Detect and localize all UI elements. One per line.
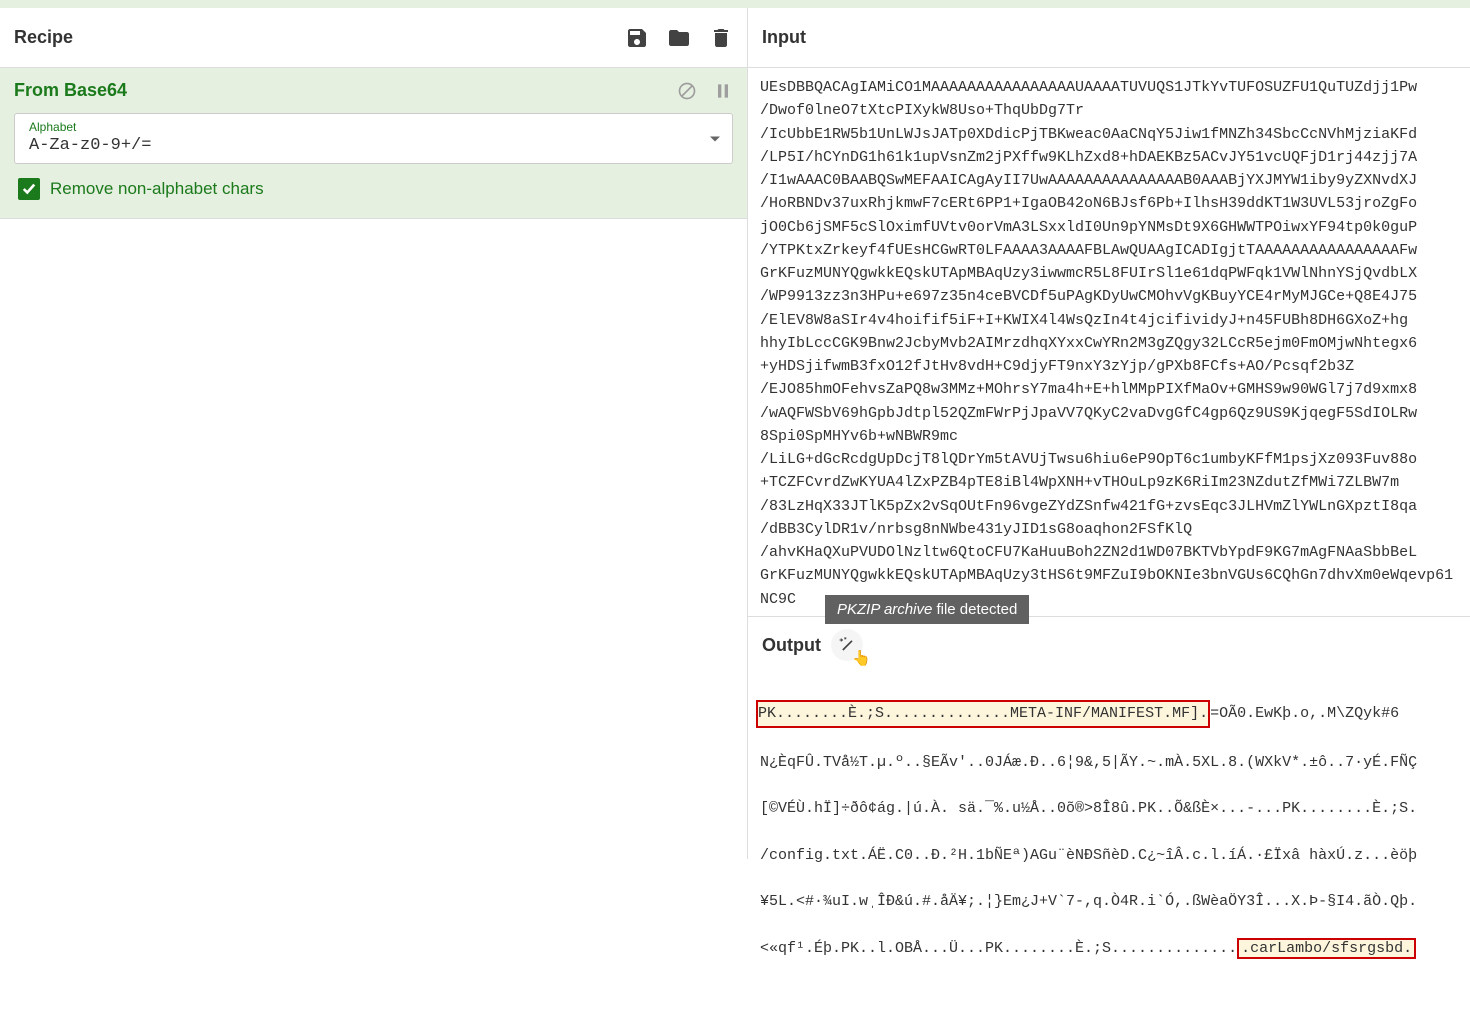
tooltip-rest: file detected bbox=[932, 601, 1017, 618]
recipe-title: Recipe bbox=[14, 27, 73, 48]
chevron-down-icon bbox=[710, 136, 720, 141]
output-text: <«qf¹.Éþ.PK..l.OBÅ...Ü...PK........È.;S.… bbox=[760, 940, 1237, 957]
top-accent-strip bbox=[0, 0, 1470, 8]
operation-title: From Base64 bbox=[14, 80, 127, 101]
output-title: Output bbox=[762, 635, 821, 656]
operation-controls bbox=[677, 81, 733, 101]
highlight-carlambo-path: .carLambo/sfsrgsbd. bbox=[1237, 938, 1416, 959]
output-section: Output PKZIP archive file detected 👆 PK.… bbox=[748, 616, 1470, 1011]
input-title: Input bbox=[762, 27, 806, 48]
alphabet-value: A-Za-z0-9+/= bbox=[29, 136, 722, 155]
tooltip-filetype: PKZIP archive bbox=[837, 601, 932, 618]
remove-non-alpha-checkbox[interactable]: Remove non-alphabet chars bbox=[14, 178, 733, 200]
output-text: =OÃ0.EwKþ.o,.M\ZQyk#6 bbox=[1210, 705, 1399, 722]
input-textarea[interactable] bbox=[748, 68, 1470, 613]
magic-wand-button[interactable]: PKZIP archive file detected 👆 bbox=[831, 629, 863, 661]
output-textarea[interactable]: PK........È.;S..............META-INF/MAN… bbox=[748, 673, 1470, 1011]
alphabet-dropdown[interactable]: Alphabet A-Za-z0-9+/= bbox=[14, 113, 733, 164]
trash-icon[interactable] bbox=[709, 26, 733, 50]
io-panel: Input Output PKZIP archive file detected… bbox=[748, 8, 1470, 859]
output-text: ¥5L.<#·¾uI.wˌÎÐ&ú.#.åÄ¥;.¦}Em¿J+V`7-,q.Ò… bbox=[752, 890, 1466, 913]
folder-icon[interactable] bbox=[667, 26, 691, 50]
output-text: N¿ÈqFÛ.TVå½T.µ.º..§EÃv'..0JÁæ.Ð..6¦9&,5|… bbox=[752, 751, 1466, 774]
operation-header: From Base64 bbox=[14, 80, 733, 101]
checkbox-checked-icon bbox=[18, 178, 40, 200]
input-header: Input bbox=[748, 8, 1470, 68]
highlight-pkzip-header: PK........È.;S..............META-INF/MAN… bbox=[756, 700, 1210, 727]
output-text: /config.txt.ÁË.C0..Ð.²H.1bÑEª)AGu¨èNÐSñè… bbox=[752, 844, 1466, 867]
operation-from-base64: From Base64 Alphabet A-Za-z0-9+/= Remove… bbox=[0, 68, 747, 219]
output-text: [©VÉÙ.hÏ]÷ðô¢ág.|ú.À. sä.¯%.u½Å..0õ®>8Î8… bbox=[752, 797, 1466, 820]
checkbox-label: Remove non-alphabet chars bbox=[50, 179, 264, 199]
recipe-header: Recipe bbox=[0, 8, 747, 68]
cursor-pointer-icon: 👆 bbox=[852, 649, 871, 667]
alphabet-label: Alphabet bbox=[29, 120, 722, 134]
output-header: Output PKZIP archive file detected 👆 bbox=[748, 617, 1470, 673]
disable-icon[interactable] bbox=[677, 81, 697, 101]
file-detected-tooltip: PKZIP archive file detected bbox=[825, 595, 1029, 624]
recipe-panel: Recipe From Base64 Alphabet A-Za-z0-9+/= bbox=[0, 8, 748, 859]
main-layout: Recipe From Base64 Alphabet A-Za-z0-9+/= bbox=[0, 8, 1470, 859]
input-section: Input bbox=[748, 8, 1470, 616]
save-icon[interactable] bbox=[625, 26, 649, 50]
recipe-header-icons bbox=[625, 26, 733, 50]
pause-icon[interactable] bbox=[713, 81, 733, 101]
